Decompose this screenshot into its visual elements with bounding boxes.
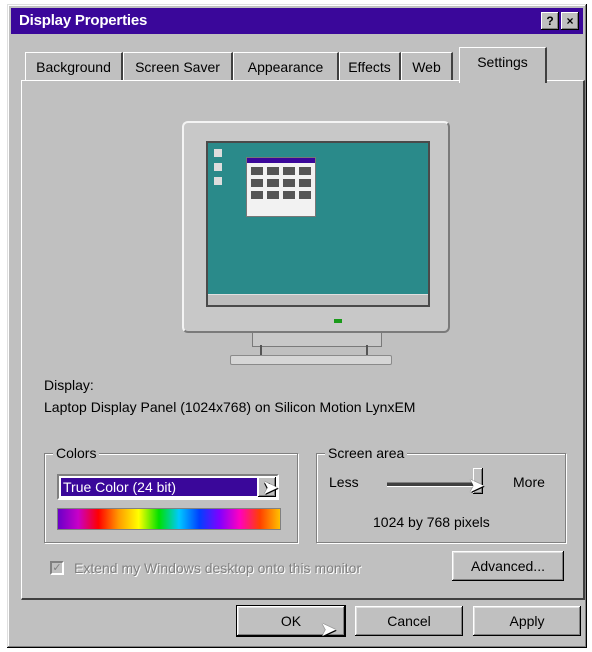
color-spectrum-bar xyxy=(57,508,281,530)
settings-panel: Display: Laptop Display Panel (1024x768)… xyxy=(21,80,585,600)
help-button[interactable]: ? xyxy=(541,12,559,30)
tab-background[interactable]: Background xyxy=(25,52,123,80)
extend-desktop-label: Extend my Windows desktop onto this moni… xyxy=(74,560,362,576)
resolution-text: 1024 by 768 pixels xyxy=(373,514,490,530)
power-led-icon xyxy=(334,319,342,323)
extend-desktop-checkbox[interactable]: ✓ xyxy=(50,561,64,575)
mini-taskbar xyxy=(208,294,428,305)
title-bar[interactable]: Display Properties ? × xyxy=(11,8,583,34)
tab-appearance[interactable]: Appearance xyxy=(233,52,339,80)
display-value: Laptop Display Panel (1024x768) on Silic… xyxy=(44,399,416,415)
tab-screen-saver[interactable]: Screen Saver xyxy=(123,52,233,80)
colors-dropdown[interactable]: True Color (24 bit) ▼ xyxy=(57,474,279,500)
mouse-pointer-icon: ➤ xyxy=(262,477,279,499)
monitor-stand-base xyxy=(230,355,392,365)
tab-settings[interactable]: Settings xyxy=(459,47,547,83)
desktop-icon xyxy=(214,163,222,171)
window-title: Display Properties xyxy=(19,12,148,29)
desktop-icon xyxy=(214,149,222,157)
close-button[interactable]: × xyxy=(561,12,579,30)
monitor-preview xyxy=(182,121,450,333)
less-label: Less xyxy=(329,474,359,490)
cancel-button[interactable]: Cancel xyxy=(355,606,463,636)
screen-area-legend: Screen area xyxy=(325,445,408,461)
advanced-button[interactable]: Advanced... xyxy=(452,551,564,581)
desktop-icon xyxy=(214,177,222,185)
apply-button[interactable]: Apply xyxy=(473,606,581,636)
colors-group: Colors True Color (24 bit) ▼ xyxy=(44,445,298,543)
screen-area-group: Screen area Less More 1024 by 768 pixels xyxy=(316,445,566,543)
colors-legend: Colors xyxy=(53,445,100,461)
colors-selected-value: True Color (24 bit) xyxy=(61,478,257,496)
mouse-pointer-icon: ➤ xyxy=(468,475,485,497)
mouse-pointer-icon: ➤ xyxy=(320,619,337,641)
mini-window-icon xyxy=(246,157,316,217)
monitor-stand-leg xyxy=(260,345,368,355)
monitor-screen xyxy=(206,141,430,307)
display-properties-window: Display Properties ? × Background Screen… xyxy=(7,4,587,648)
tab-effects[interactable]: Effects xyxy=(339,52,401,80)
screen-area-slider-track[interactable] xyxy=(387,482,479,487)
tab-web[interactable]: Web xyxy=(401,52,453,80)
more-label: More xyxy=(513,474,545,490)
display-label: Display: xyxy=(44,377,94,393)
